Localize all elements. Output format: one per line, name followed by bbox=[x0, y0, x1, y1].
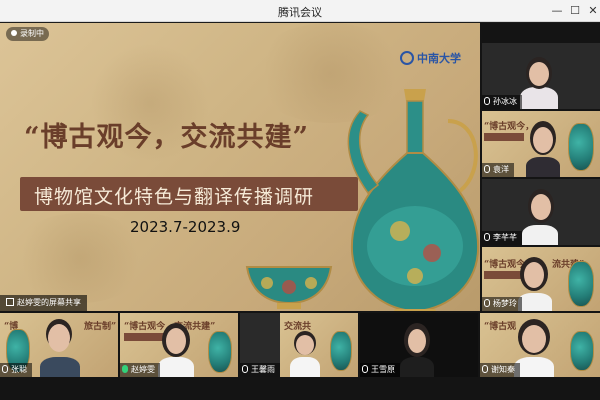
participant-label: 谢知秦 bbox=[480, 363, 520, 377]
participant-name: 张聪 bbox=[11, 365, 27, 374]
participant-face bbox=[531, 194, 551, 220]
university-logo: 中南大学 bbox=[400, 50, 474, 66]
screen-share-text: 赵婷雯的屏幕共享 bbox=[17, 298, 81, 307]
participant-tile[interactable]: 王雪原 bbox=[360, 313, 478, 377]
participant-video bbox=[40, 357, 80, 377]
active-speaker-tile[interactable]: “博古观今，交流共建” 赵婷雯 bbox=[120, 313, 238, 377]
mic-icon bbox=[482, 365, 488, 373]
participant-name: 李芊芊 bbox=[493, 233, 517, 242]
participant-face bbox=[522, 325, 546, 353]
screen-share-label: 赵婷雯的屏幕共享 bbox=[0, 295, 87, 311]
participant-face bbox=[408, 329, 426, 353]
participant-label: 王雪原 bbox=[360, 363, 400, 377]
university-seal-icon bbox=[400, 51, 414, 65]
participant-video bbox=[518, 293, 552, 311]
recording-label: 录制中 bbox=[20, 29, 44, 38]
participant-name: 王雪原 bbox=[371, 365, 395, 374]
participant-label: 李芊芊 bbox=[482, 231, 522, 245]
mic-icon bbox=[484, 165, 490, 173]
maximize-button[interactable]: ☐ bbox=[566, 2, 584, 20]
participant-video bbox=[158, 357, 194, 377]
mic-icon bbox=[484, 97, 490, 105]
participant-video bbox=[526, 157, 560, 177]
participant-video bbox=[290, 357, 320, 377]
participant-video bbox=[522, 225, 558, 245]
participant-video bbox=[514, 357, 554, 377]
participant-face bbox=[524, 262, 544, 288]
shared-screen[interactable]: 录制中 中南大学 “博古观今，交流共建” 博物馆文化特色与翻译传播调研 2023… bbox=[0, 23, 480, 311]
participant-name: 杨梦玲 bbox=[493, 299, 517, 308]
participant-label: 王馨雨 bbox=[240, 363, 280, 377]
meeting-window: 腾讯会议 — ☐ ✕ 录制中 中南大学 “博古观今，交流共建” 博物馆文化特色与… bbox=[0, 0, 600, 400]
participant-face bbox=[48, 324, 70, 352]
slide-subtitle: 博物馆文化特色与翻译传播调研 bbox=[34, 186, 315, 208]
participant-label: 孙冰冰 bbox=[482, 95, 522, 109]
minimize-button[interactable]: — bbox=[548, 2, 566, 20]
mic-icon bbox=[362, 365, 368, 373]
mic-icon bbox=[2, 365, 8, 373]
participant-tile[interactable]: “博古观 谢知秦 bbox=[480, 313, 600, 377]
title-bar: 腾讯会议 — ☐ ✕ bbox=[0, 0, 600, 22]
meeting-stage: 录制中 中南大学 “博古观今，交流共建” 博物馆文化特色与翻译传播调研 2023… bbox=[0, 23, 600, 400]
mic-icon bbox=[484, 233, 490, 241]
participant-name: 赵婷雯 bbox=[131, 365, 155, 374]
participant-tile[interactable]: 孙冰冰 bbox=[482, 43, 600, 109]
participant-tile[interactable]: 李芊芊 bbox=[482, 179, 600, 245]
participant-label: 杨梦玲 bbox=[482, 297, 522, 311]
bowl-image bbox=[245, 266, 333, 309]
window-title: 腾讯会议 bbox=[278, 6, 322, 19]
participant-label: 袁洋 bbox=[482, 163, 514, 177]
participant-name: 王馨雨 bbox=[251, 365, 275, 374]
screen-share-icon bbox=[6, 298, 14, 306]
participant-face bbox=[533, 127, 553, 153]
participant-video bbox=[520, 87, 558, 109]
ewer-image bbox=[347, 89, 480, 311]
participant-face bbox=[529, 62, 549, 86]
decorative-pattern bbox=[10, 213, 150, 303]
recording-indicator[interactable]: 录制中 bbox=[6, 27, 49, 41]
slide-title: “博古观今，交流共建” bbox=[24, 122, 310, 153]
participant-tile[interactable]: 交流共 王馨雨 bbox=[240, 313, 358, 377]
participant-name: 袁洋 bbox=[493, 165, 509, 174]
participant-face bbox=[296, 335, 314, 355]
mic-active-icon bbox=[122, 365, 128, 373]
participant-name: 孙冰冰 bbox=[493, 97, 517, 106]
participant-video bbox=[400, 357, 434, 377]
slide-date: 2023.7-2023.9 bbox=[130, 218, 241, 236]
mic-icon bbox=[484, 299, 490, 307]
subtitle-banner: 博物馆文化特色与翻译传播调研 bbox=[20, 177, 358, 211]
university-name: 中南大学 bbox=[417, 52, 461, 65]
close-button[interactable]: ✕ bbox=[584, 2, 600, 20]
participant-label: 赵婷雯 bbox=[120, 363, 160, 377]
participant-tile[interactable]: “博古观今， 袁洋 bbox=[482, 111, 600, 177]
participant-name: 谢知秦 bbox=[491, 365, 515, 374]
participant-tile[interactable]: “博古观今 流共建” 杨梦玲 bbox=[482, 247, 600, 311]
participant-face bbox=[166, 328, 186, 354]
participant-tile[interactable]: “博 旅古制” 张聪 bbox=[0, 313, 118, 377]
participant-label: 张聪 bbox=[0, 363, 32, 377]
mic-icon bbox=[242, 365, 248, 373]
record-icon bbox=[11, 30, 17, 36]
